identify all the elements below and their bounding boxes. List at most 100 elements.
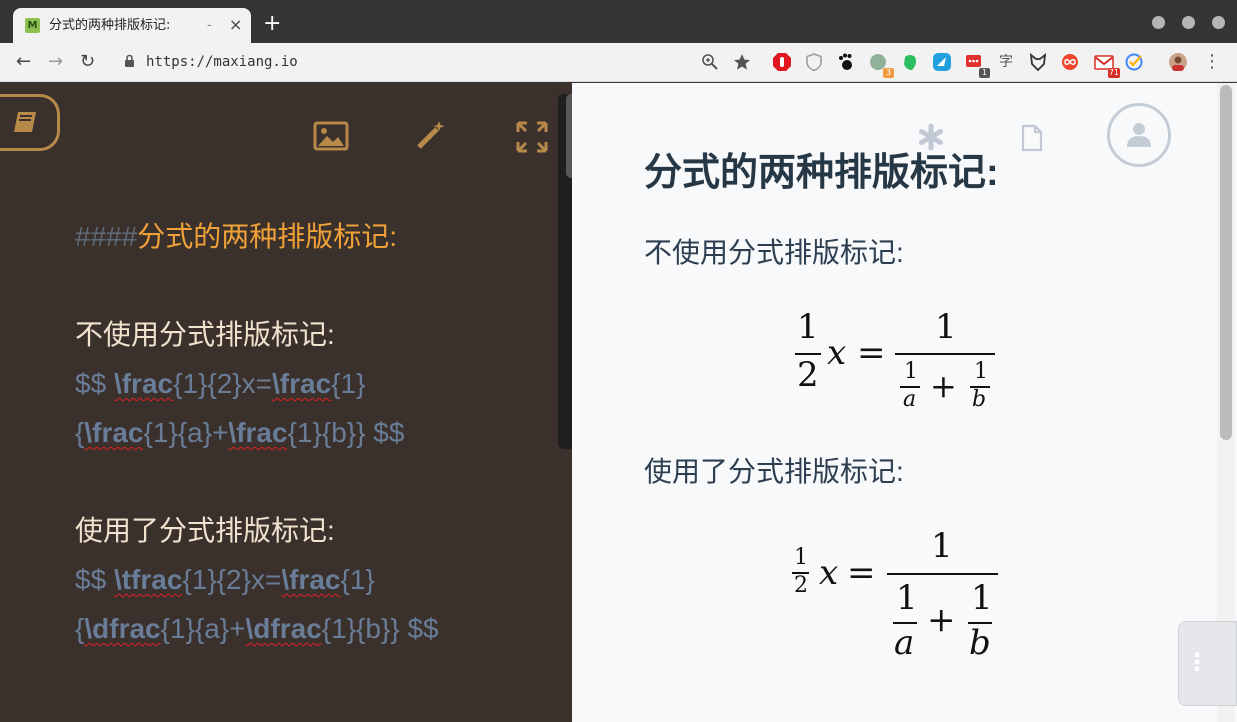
math-numerator: 1	[904, 359, 918, 384]
math-equals: =	[847, 553, 876, 593]
math-numerator: 1	[794, 545, 808, 570]
math-denominator: b	[972, 387, 987, 412]
maxiang-favicon-icon: M	[25, 18, 40, 33]
math-numerator: 1	[935, 307, 957, 347]
editor-section1-label: 不使用分式排版标记:	[75, 319, 335, 350]
formula-1: 1 2 x = 1 1 a + 1 b	[787, 308, 1002, 423]
browser-tab[interactable]: M 分式的两种排版标记: - ×	[13, 8, 251, 43]
editor-section2-label: 使用了分式排版标记:	[75, 515, 335, 546]
browser-menu-icon[interactable]: ⋮	[1202, 52, 1222, 72]
markdown-hash-marks: ####	[75, 221, 138, 252]
math-equals: =	[857, 333, 886, 373]
editor-formula2-line2: {\dfrac{1}{a}+\dfrac{1}{b}} $$	[75, 614, 439, 644]
profile-avatar-icon[interactable]	[1168, 52, 1188, 72]
tex-text: {1}	[331, 368, 366, 399]
shield-extension-icon[interactable]	[804, 52, 824, 72]
handle-dots-icon: ⋮	[1185, 648, 1209, 676]
editor-formula2-line1: $$ \tfrac{1}{2}x=\frac{1}	[75, 565, 375, 595]
extension-green-icon[interactable]: 3	[868, 52, 894, 78]
window-close-button[interactable]	[1212, 16, 1225, 29]
infinity-extension-icon[interactable]	[1060, 52, 1080, 72]
math-denominator: a	[894, 623, 915, 663]
math-denominator: a	[903, 387, 917, 412]
editor-heading-line: ####分式的两种排版标记:	[75, 222, 397, 252]
math-variable: x	[819, 553, 839, 593]
math-denominator: 2	[794, 573, 808, 598]
tex-command: \frac	[84, 417, 144, 448]
editor-formula1-line1: $$ \frac{1}{2}x=\frac{1}	[75, 369, 365, 399]
math-numerator: 1	[797, 307, 819, 347]
preview-pane: 分式的两种排版标记: 不使用分式排版标记: 1 2 x = 1 1 a + 1 …	[572, 83, 1237, 722]
adblock-icon[interactable]	[772, 52, 792, 72]
math-numerator: 1	[974, 359, 988, 384]
image-icon[interactable]	[313, 121, 349, 151]
preview-scrollbar-thumb[interactable]	[1220, 85, 1232, 440]
asterisk-icon[interactable]	[917, 123, 945, 151]
window-minimize-button[interactable]	[1152, 16, 1165, 29]
back-button[interactable]: ←	[16, 52, 31, 72]
browser-toolbar: ← → ↻ https://maxiang.io 3 1 字 71 ⋮	[0, 43, 1237, 82]
bookmark-star-icon[interactable]	[732, 52, 752, 72]
side-panel-handle[interactable]: ⋮	[1178, 621, 1237, 706]
gnome-foot-icon[interactable]	[836, 52, 856, 72]
evernote-icon[interactable]	[900, 52, 920, 72]
preview-section1-label: 不使用分式排版标记:	[644, 237, 904, 268]
zoom-icon[interactable]	[700, 52, 720, 72]
fox-extension-icon[interactable]	[1028, 52, 1048, 72]
tex-command: \frac	[272, 368, 332, 399]
bird-extension-icon[interactable]	[932, 52, 952, 72]
tex-text: {1}{2}x=	[173, 368, 272, 399]
magic-wand-icon[interactable]	[415, 119, 447, 151]
tex-text: {	[75, 613, 85, 644]
forward-button[interactable]: →	[48, 52, 63, 72]
math-denominator: 2	[797, 355, 819, 395]
page-title: 分式的两种排版标记:	[644, 152, 999, 194]
preview-section2-label: 使用了分式排版标记:	[644, 456, 904, 487]
window-maximize-button[interactable]	[1182, 16, 1195, 29]
tab-close-icon[interactable]: ×	[229, 16, 242, 34]
math-numerator: 1	[931, 526, 953, 566]
formula-2: 1 2 x = 1 1 a + 1 b	[787, 529, 1002, 669]
fullscreen-icon[interactable]	[516, 121, 548, 153]
tex-command: \frac	[113, 368, 174, 399]
notebook-icon	[14, 112, 36, 132]
tab-title: 分式的两种排版标记:	[49, 18, 171, 33]
notebook-button[interactable]	[0, 94, 60, 151]
tex-text: {1}{b}} $$	[287, 417, 405, 448]
reload-button[interactable]: ↻	[80, 52, 95, 72]
tab-dash: -	[207, 18, 212, 33]
math-plus: +	[930, 367, 957, 405]
tex-command: \frac	[228, 417, 288, 448]
tex-command: \dfrac	[84, 613, 161, 644]
tex-command: \dfrac	[245, 613, 322, 644]
chat-extension-icon[interactable]: 1	[964, 52, 990, 78]
tex-text: $$	[75, 564, 114, 595]
new-tab-button[interactable]: +	[263, 13, 281, 35]
tex-text: {1}	[340, 564, 375, 595]
user-avatar-button[interactable]	[1107, 103, 1171, 167]
user-icon	[1127, 123, 1151, 147]
gmail-icon[interactable]: 71	[1094, 52, 1120, 78]
math-numerator: 1	[896, 578, 918, 618]
fraction-bar	[887, 573, 998, 575]
math-denominator: b	[969, 623, 991, 663]
editor-formula1-line2: {\frac{1}{a}+\frac{1}{b}} $$	[75, 418, 404, 448]
document-icon[interactable]	[1020, 124, 1044, 152]
math-numerator: 1	[971, 578, 993, 618]
lock-icon	[125, 54, 134, 67]
editor-heading-text: 分式的两种排版标记:	[137, 221, 398, 252]
tex-command: \tfrac	[113, 564, 183, 595]
tex-text: {1}{a}+	[160, 613, 246, 644]
tex-text: {	[75, 417, 85, 448]
tex-text: $$	[75, 368, 114, 399]
tex-text: {1}{a}+	[143, 417, 229, 448]
fraction-bar	[895, 353, 995, 355]
translate-extension-icon[interactable]: 字	[996, 52, 1016, 72]
address-bar[interactable]: https://maxiang.io	[146, 53, 298, 71]
math-variable: x	[827, 333, 847, 373]
browser-titlebar: M 分式的两种排版标记: - × +	[0, 0, 1237, 43]
math-plus: +	[927, 600, 956, 640]
markdown-editor-pane[interactable]: ####分式的两种排版标记: 不使用分式排版标记: $$ \frac{1}{2}…	[0, 83, 572, 722]
tex-command: \frac	[281, 564, 341, 595]
todo-check-icon[interactable]	[1124, 52, 1144, 72]
